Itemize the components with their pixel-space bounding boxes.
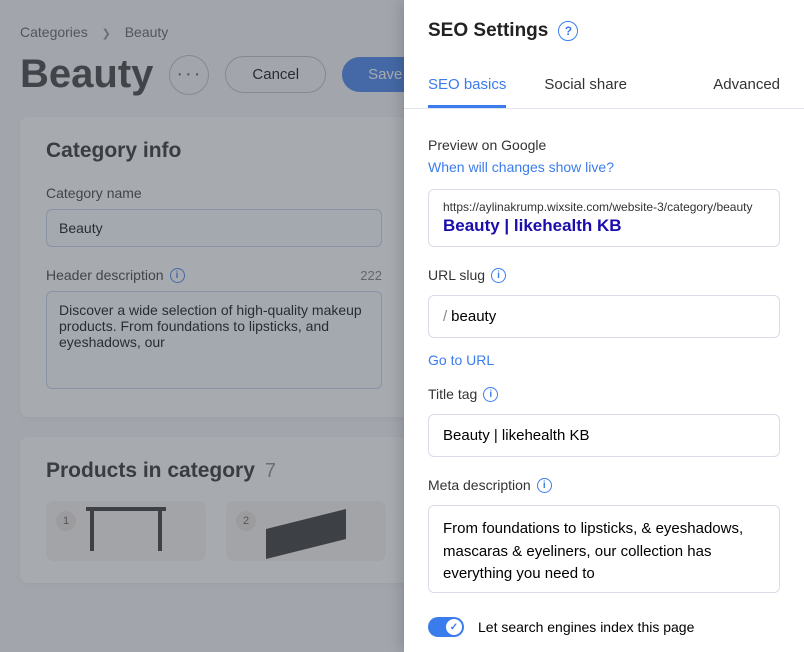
- help-icon[interactable]: ?: [558, 21, 578, 41]
- info-icon[interactable]: i: [537, 478, 552, 493]
- slug-prefix: /: [443, 308, 447, 325]
- seo-panel-title: SEO Settings: [428, 20, 548, 42]
- info-icon[interactable]: i: [483, 387, 498, 402]
- url-slug-input[interactable]: [451, 308, 765, 325]
- go-to-url-link[interactable]: Go to URL: [428, 352, 780, 368]
- meta-description-input[interactable]: [428, 505, 780, 593]
- preview-live-link[interactable]: When will changes show live?: [428, 159, 780, 175]
- preview-label: Preview on Google: [428, 137, 780, 153]
- info-icon[interactable]: i: [491, 268, 506, 283]
- url-slug-label: URL slug: [428, 267, 485, 283]
- url-slug-input-wrap[interactable]: /: [428, 295, 780, 338]
- title-tag-input[interactable]: [428, 414, 780, 457]
- meta-desc-label: Meta description: [428, 477, 531, 493]
- index-toggle[interactable]: ✓: [428, 617, 464, 637]
- index-toggle-label: Let search engines index this page: [478, 619, 694, 635]
- seo-settings-panel: SEO Settings ? SEO basics Social share A…: [404, 0, 804, 652]
- google-preview: https://aylinakrump.wixsite.com/website-…: [428, 189, 780, 247]
- preview-title: Beauty | likehealth KB: [443, 216, 765, 236]
- preview-url: https://aylinakrump.wixsite.com/website-…: [443, 200, 765, 214]
- tab-advanced[interactable]: Advanced: [713, 64, 780, 108]
- check-icon: ✓: [450, 622, 458, 633]
- tab-seo-basics[interactable]: SEO basics: [428, 64, 506, 108]
- tab-social-share[interactable]: Social share: [544, 64, 627, 108]
- seo-tabs: SEO basics Social share Advanced: [404, 64, 804, 109]
- title-tag-label: Title tag: [428, 386, 477, 402]
